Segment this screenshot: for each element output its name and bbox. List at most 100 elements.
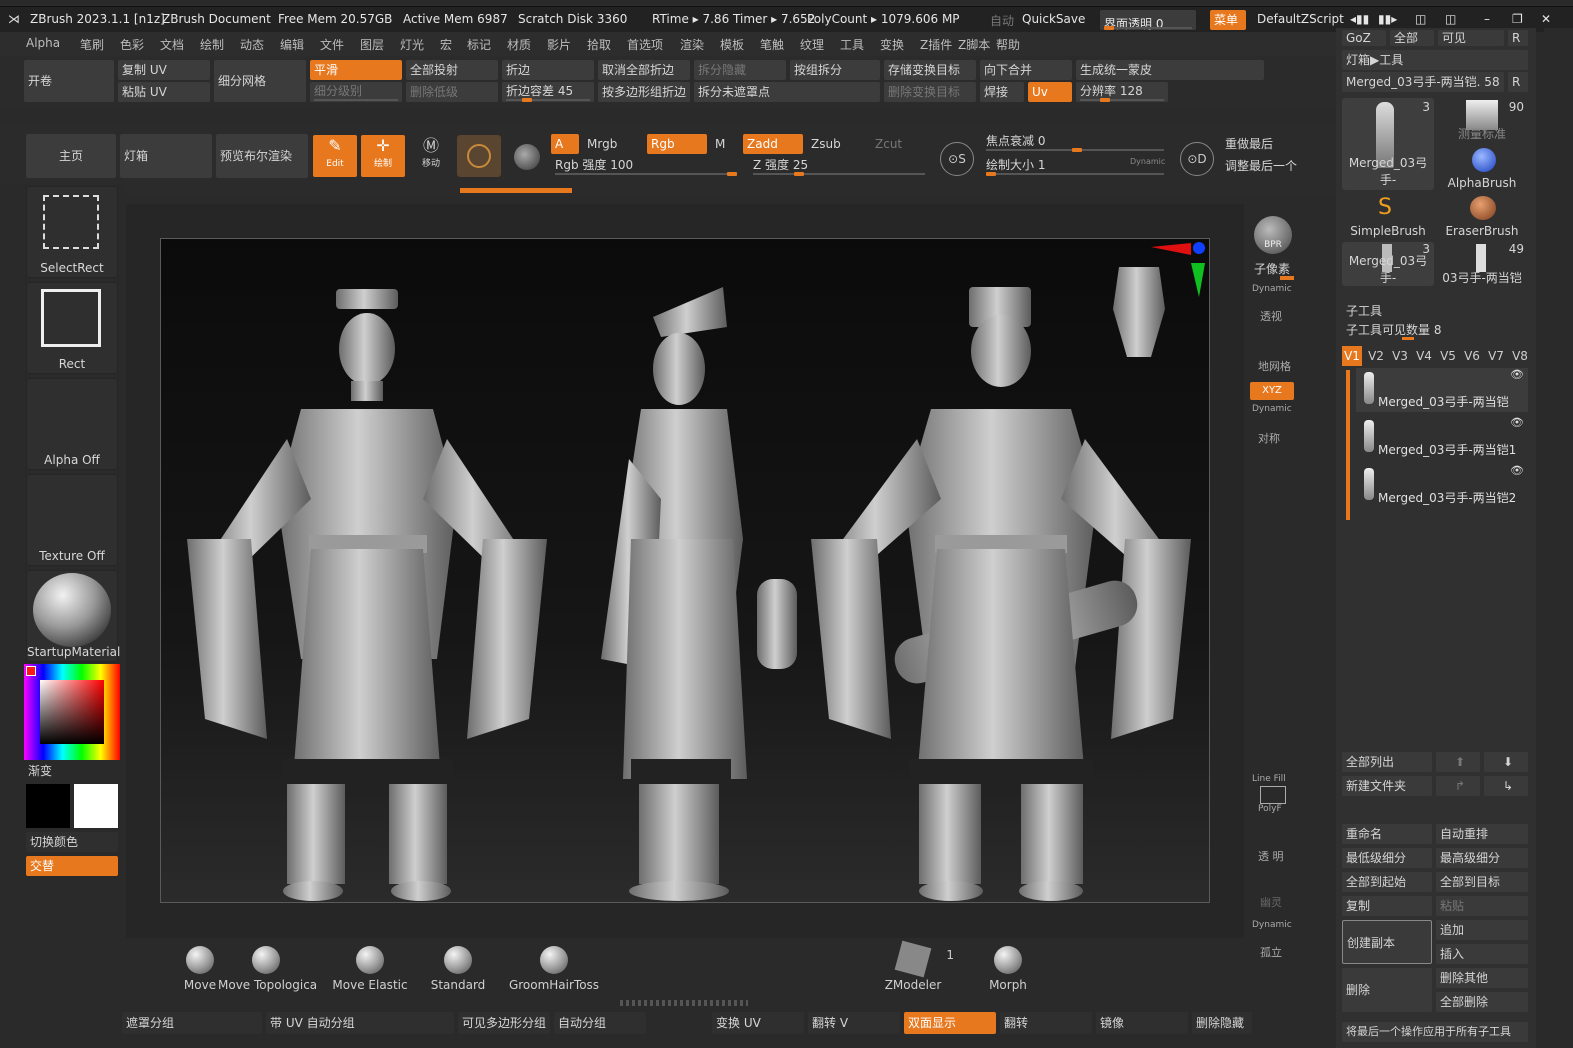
menu-item[interactable]: 拾取 — [587, 36, 611, 53]
replay-adjust-button[interactable]: 调整最后一个 — [1221, 156, 1297, 176]
visibility-eye-icon[interactable]: 👁 — [1510, 416, 1524, 429]
a-button[interactable]: A — [551, 134, 579, 154]
replay-last-button[interactable]: 重做最后 — [1221, 134, 1297, 154]
delete-lower-button[interactable]: 删除低级 — [406, 82, 498, 102]
menu-item[interactable]: 灯光 — [400, 36, 424, 53]
crease-by-polygroup-button[interactable]: 按多边形组折边 — [598, 82, 690, 102]
unify-skin-button[interactable]: 生成统一蒙皮 — [1076, 60, 1264, 80]
scale-button[interactable] — [457, 135, 501, 177]
mask-group-button[interactable]: 遮罩分组 — [122, 1012, 262, 1034]
rotate-button[interactable] — [505, 135, 549, 177]
zcut-button[interactable]: Zcut — [871, 134, 931, 154]
zadd-button[interactable]: Zadd — [743, 134, 803, 154]
all-to-start-button[interactable]: 全部到起始 — [1342, 872, 1432, 892]
version-tab[interactable]: V1 — [1342, 346, 1362, 366]
move-down-icon[interactable]: ⬇ — [1484, 752, 1528, 772]
menu-item[interactable]: Z脚本 — [958, 36, 990, 53]
menu-item[interactable]: 纹理 — [800, 36, 824, 53]
primary-color-swatch[interactable] — [74, 784, 118, 828]
delete-hidden-button[interactable]: 删除隐藏 — [1192, 1012, 1252, 1034]
menu-item[interactable]: 笔触 — [760, 36, 784, 53]
lowest-subdiv-button[interactable]: 最低级细分 — [1342, 848, 1432, 868]
tool-thumb-simplebrush[interactable]: S SimpleBrush — [1342, 194, 1434, 238]
rgb-button[interactable]: Rgb — [647, 134, 707, 154]
menu-item[interactable]: Z插件 — [920, 36, 952, 53]
subtool-scrollbar[interactable] — [1346, 370, 1350, 520]
merge-down-button[interactable]: 向下合并 — [980, 60, 1072, 80]
transparency-button[interactable]: 透 明 — [1258, 848, 1284, 864]
menu-item[interactable]: 工具 — [840, 36, 864, 53]
append-button[interactable]: 追加 — [1436, 920, 1528, 940]
polyframe-grid-icon[interactable] — [1260, 786, 1286, 804]
menu-item[interactable]: 渲染 — [680, 36, 704, 53]
tool-thumb-archer[interactable]: 49 03弓手-两当铠 — [1436, 242, 1528, 286]
polyf-button[interactable]: PolyF — [1258, 804, 1282, 814]
subpixel-label[interactable]: 子像素 — [1254, 260, 1290, 277]
zmodeler-brush[interactable]: 1 ZModeler — [868, 940, 958, 994]
lightbox-button[interactable]: 灯箱 — [120, 134, 212, 178]
brush-item[interactable]: Standard — [410, 946, 506, 992]
subtool-row[interactable]: 👁 Merged_03弓手-两当铠2 — [1356, 464, 1528, 508]
menu-item[interactable]: 动态 — [240, 36, 264, 53]
copy-button[interactable]: 复制 — [1342, 896, 1432, 916]
split-hidden-button[interactable]: 拆分隐藏 — [694, 60, 786, 80]
draw-button[interactable]: ✛ 绘制 — [361, 135, 405, 177]
draw-dynamic-icon[interactable]: ⊙D — [1180, 142, 1214, 176]
subdiv-level-slider[interactable]: 细分级别 — [310, 82, 402, 102]
store-morph-button[interactable]: 存储变换目标 — [884, 60, 976, 80]
goz-r-button[interactable]: R — [1508, 30, 1528, 46]
list-all-button[interactable]: 全部列出 — [1342, 752, 1432, 772]
menu-item[interactable]: 编辑 — [280, 36, 304, 53]
all-to-target-button[interactable]: 全部到目标 — [1436, 872, 1528, 892]
menu-item[interactable]: Alpha — [26, 36, 60, 50]
menu-item[interactable]: 材质 — [507, 36, 531, 53]
subtool-row[interactable]: 👁 Merged_03弓手-两当铠 — [1356, 368, 1528, 412]
interface-transparency-slider[interactable]: 界面透明 0 — [1100, 10, 1196, 30]
version-tab[interactable]: V5 — [1438, 346, 1458, 366]
default-zscript[interactable]: DefaultZScript — [1257, 12, 1344, 26]
version-tab[interactable]: V4 — [1414, 346, 1434, 366]
double-sided-button[interactable]: 双面显示 — [904, 1012, 996, 1034]
delete-other-button[interactable]: 删除其他 — [1436, 968, 1528, 988]
visible-polygroup-button[interactable]: 可见多边形分组 — [458, 1012, 550, 1034]
menu-item[interactable]: 绘制 — [200, 36, 224, 53]
weld-button[interactable]: 焊接 — [980, 82, 1024, 102]
subtool-visible-count[interactable]: 子工具可见数量 8 — [1342, 320, 1528, 340]
close-icon[interactable]: ✕ — [1541, 12, 1551, 26]
rgb-intensity-slider[interactable]: Rgb 强度 100 — [551, 156, 741, 176]
secondary-color-swatch[interactable] — [26, 784, 70, 828]
subtool-title[interactable]: 子工具 — [1346, 302, 1382, 319]
ghost-button[interactable]: 幽灵 — [1260, 894, 1282, 910]
select-rect-tool[interactable]: SelectRect — [26, 186, 118, 278]
material-tool[interactable]: StartupMaterial — [26, 570, 120, 662]
focal-shift-slider[interactable]: 焦点衰减 0 — [982, 132, 1168, 152]
menu-button[interactable]: 菜单 — [1210, 10, 1246, 30]
menu-item[interactable]: 变换 — [880, 36, 904, 53]
rect-stroke-tool[interactable]: Rect — [26, 282, 118, 374]
visibility-eye-icon[interactable]: 👁 — [1510, 368, 1524, 381]
visibility-eye-icon[interactable]: 👁 — [1510, 464, 1524, 477]
menu-item[interactable]: 帮助 — [996, 36, 1020, 53]
panel-left-icon[interactable]: ◂▮▮ — [1350, 12, 1369, 26]
crease-tolerance-slider[interactable]: 折边容差 45 — [502, 82, 594, 102]
uncrease-all-button[interactable]: 取消全部折边 — [598, 60, 690, 80]
delete-all-button[interactable]: 全部删除 — [1436, 992, 1528, 1012]
version-tab[interactable]: V3 — [1390, 346, 1410, 366]
split-unmasked-button[interactable]: 拆分未遮罩点 — [694, 82, 880, 102]
goz-visible-button[interactable]: 可见 — [1438, 30, 1504, 46]
lightbox-tools-button[interactable]: 灯箱▶工具 — [1342, 50, 1528, 70]
morph-brush[interactable]: Morph — [968, 946, 1048, 992]
project-all-button[interactable]: 全部投射 — [406, 60, 498, 80]
unroll-button[interactable]: 开卷 — [24, 60, 114, 102]
paste-button[interactable]: 粘贴 — [1436, 896, 1528, 916]
alpha-tool[interactable]: Alpha Off — [26, 378, 118, 470]
switch-color-button[interactable]: 切换颜色 — [26, 832, 118, 852]
uv-button[interactable]: Uv — [1028, 82, 1072, 102]
symmetry-button[interactable]: 对称 — [1258, 430, 1280, 446]
tool-thumb-measure[interactable]: 90 测量标准 — [1436, 98, 1528, 142]
goz-all-button[interactable]: 全部 — [1390, 30, 1434, 46]
uv-autogroup-button[interactable]: 带 UV 自动分组 — [266, 1012, 454, 1034]
groups-split-button[interactable]: 按组拆分 — [790, 60, 880, 80]
resolution-slider[interactable]: 分辨率 128 — [1076, 82, 1168, 102]
minimize-icon[interactable]: – — [1484, 12, 1490, 26]
